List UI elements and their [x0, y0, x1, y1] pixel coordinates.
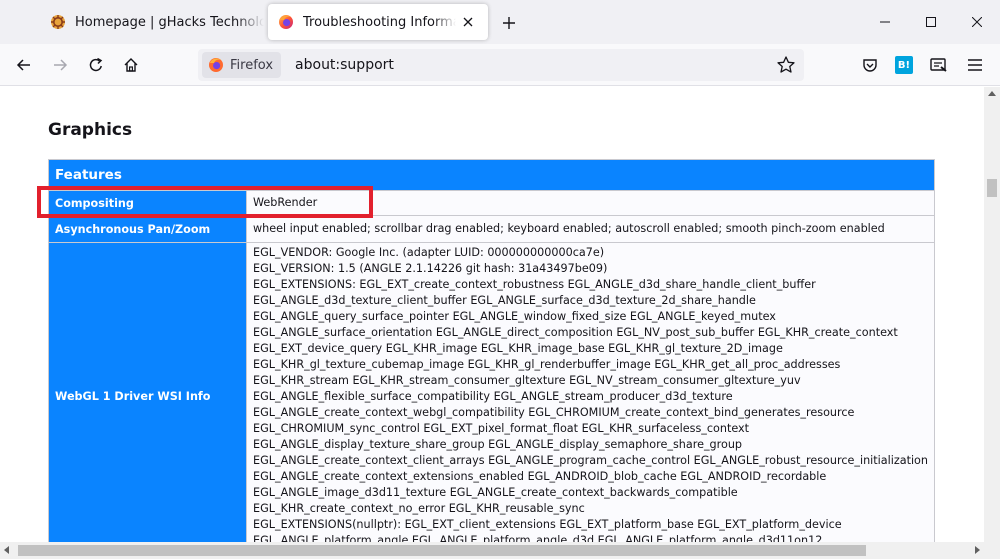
- tab-troubleshooting[interactable]: Troubleshooting Information: [268, 4, 488, 40]
- info-line: EGL_ANGLE_image_d3d11_texture EGL_ANGLE_…: [253, 486, 738, 499]
- minimize-icon[interactable]: [862, 6, 908, 38]
- section-title: Graphics: [48, 120, 133, 140]
- tab-strip: Homepage | gHacks Technology News Troubl…: [0, 0, 1000, 44]
- forward-icon[interactable]: [46, 51, 74, 79]
- info-line: EGL_EXT_device_query EGL_KHR_image EGL_K…: [253, 342, 783, 355]
- row-key: WebGL 1 Driver WSI Info: [47, 242, 248, 542]
- info-line: EGL_ANGLE_display_texture_share_group EG…: [253, 438, 743, 451]
- info-line: EGL_ANGLE_create_context_client_arrays E…: [253, 454, 928, 467]
- features-table: Features Compositing WebRender Asynchron…: [47, 159, 935, 542]
- info-line: EGL_ANGLE_create_context_webgl_compatibi…: [253, 406, 855, 419]
- maximize-icon[interactable]: [908, 6, 954, 38]
- close-window-icon[interactable]: [954, 6, 1000, 38]
- info-line: EGL_KHR_stream EGL_KHR_stream_consumer_g…: [253, 374, 801, 387]
- row-value: WebRender: [246, 190, 935, 216]
- page-content: Graphics Features Compositing WebRender …: [0, 87, 984, 542]
- row-value: wheel input enabled; scrollbar drag enab…: [246, 215, 935, 243]
- vertical-scrollbar[interactable]: [984, 87, 1000, 542]
- table-row: Asynchronous Pan/Zoom wheel input enable…: [47, 215, 935, 243]
- info-line: EGL_EXTENSIONS(nullptr): EGL_EXT_client_…: [253, 518, 842, 531]
- screenshot-icon[interactable]: [927, 53, 951, 77]
- table-row: WebGL 1 Driver WSI Info EGL_VENDOR: Goog…: [47, 242, 935, 542]
- info-line: EGL_ANGLE_platform_angle EGL_ANGLE_platf…: [253, 534, 823, 542]
- ghacks-favicon-icon: [51, 15, 65, 29]
- firefox-icon: [279, 15, 293, 29]
- info-line: EGL_EXTENSIONS: EGL_EXT_create_context_r…: [253, 278, 816, 291]
- identity-box[interactable]: Firefox: [202, 52, 282, 78]
- back-icon[interactable]: [10, 51, 38, 79]
- row-key: Compositing: [47, 190, 248, 216]
- scrollbar-corner: [984, 542, 1000, 559]
- horizontal-scroll-thumb[interactable]: [18, 545, 866, 556]
- pocket-icon[interactable]: [858, 53, 882, 77]
- url-bar[interactable]: Firefox about:support: [198, 49, 804, 81]
- menu-icon[interactable]: [963, 53, 987, 77]
- navigation-toolbar: Firefox about:support B!: [0, 44, 1000, 86]
- firefox-icon: [209, 58, 223, 72]
- row-value: EGL_VENDOR: Google Inc. (adapter LUID: 0…: [246, 242, 935, 542]
- home-icon[interactable]: [117, 51, 145, 79]
- new-tab-icon[interactable]: [498, 12, 520, 34]
- info-line: EGL_CHROMIUM_sync_control EGL_EXT_pixel_…: [253, 422, 750, 435]
- table-row: Compositing WebRender: [47, 190, 935, 216]
- close-tab-icon[interactable]: [456, 10, 480, 34]
- reload-icon[interactable]: [82, 51, 110, 79]
- tab-title: Homepage | gHacks Technology News: [75, 14, 264, 30]
- bookmark-star-icon[interactable]: [776, 55, 796, 75]
- horizontal-scrollbar[interactable]: [0, 542, 984, 559]
- info-line: EGL_VERSION: 1.5 (ANGLE 2.1.14226 git ha…: [253, 262, 608, 275]
- scroll-right-icon[interactable]: [975, 546, 980, 554]
- info-line: EGL_KHR_create_context_no_error EGL_KHR_…: [253, 502, 585, 515]
- hatena-bookmark-icon[interactable]: B!: [892, 53, 916, 77]
- scroll-left-icon[interactable]: [4, 546, 9, 554]
- info-line: EGL_VENDOR: Google Inc. (adapter LUID: 0…: [253, 246, 605, 259]
- info-line: EGL_ANGLE_flexible_surface_compatibility…: [253, 390, 733, 403]
- info-line: EGL_ANGLE_d3d_texture_client_buffer EGL_…: [253, 294, 756, 307]
- info-line: EGL_ANGLE_query_surface_pointer EGL_ANGL…: [253, 310, 776, 323]
- table-header: Features: [48, 159, 935, 191]
- identity-label: Firefox: [230, 57, 274, 73]
- info-line: EGL_ANGLE_create_context_extensions_enab…: [253, 470, 827, 483]
- info-line: EGL_KHR_gl_texture_cubemap_image EGL_KHR…: [253, 358, 841, 371]
- vertical-scroll-thumb[interactable]: [987, 179, 997, 197]
- row-key: Asynchronous Pan/Zoom: [47, 215, 248, 243]
- tab-title: Troubleshooting Information: [303, 14, 456, 30]
- info-line: EGL_ANGLE_surface_orientation EGL_ANGLE_…: [253, 326, 898, 339]
- tab-ghacks[interactable]: Homepage | gHacks Technology News: [40, 4, 264, 40]
- url-text[interactable]: about:support: [295, 57, 394, 73]
- scroll-up-icon[interactable]: [988, 91, 996, 96]
